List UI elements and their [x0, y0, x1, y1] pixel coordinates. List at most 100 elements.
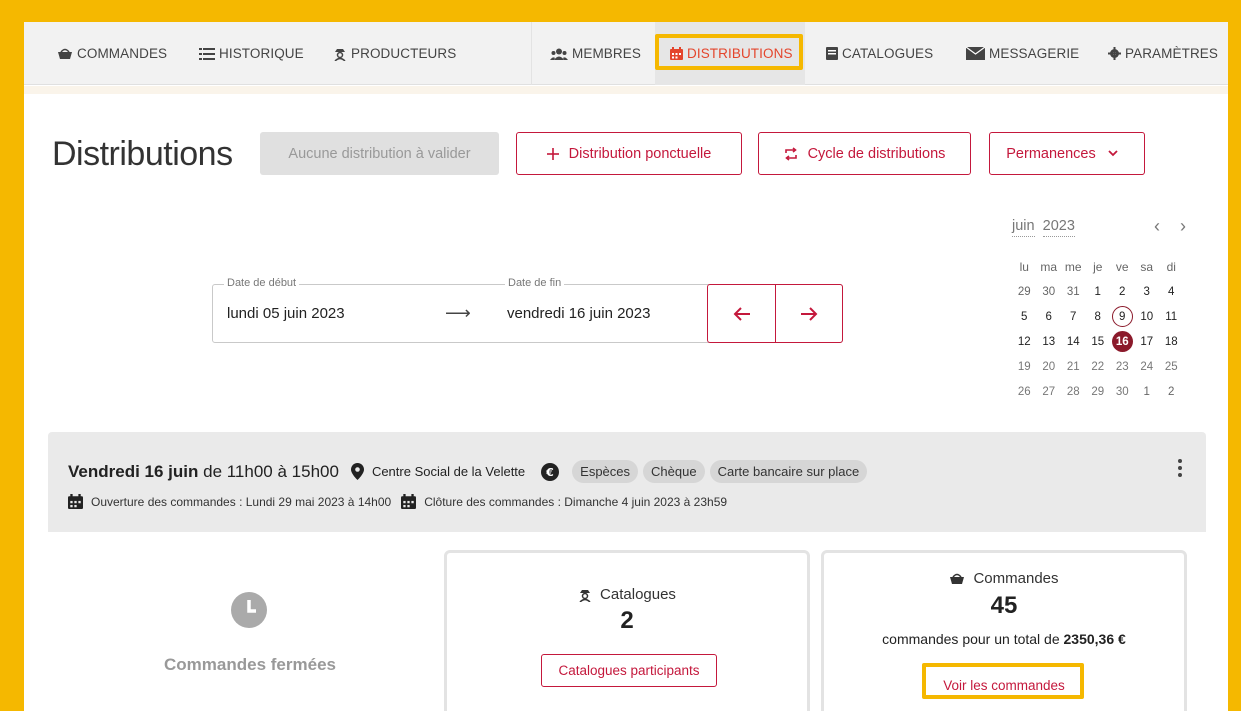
calendar-day[interactable]: 19 — [1012, 354, 1037, 379]
calendar-day[interactable]: 23 — [1110, 354, 1135, 379]
catalogues-count: 2 — [620, 607, 634, 634]
calendar-day[interactable]: 24 — [1135, 354, 1160, 379]
payment-chip: Chèque — [643, 460, 705, 483]
calendar-day[interactable]: 30 — [1110, 379, 1135, 404]
end-date-input[interactable]: vendredi 16 juin 2023 — [507, 305, 650, 322]
calendar-day[interactable]: 8 — [1086, 304, 1111, 329]
permanences-label: Permanences — [1006, 145, 1096, 162]
calendar-day[interactable]: 17 — [1135, 329, 1160, 354]
calendar-day[interactable]: 7 — [1061, 304, 1086, 329]
calendar-month-select[interactable]: juin — [1012, 218, 1035, 237]
previous-period-button[interactable] — [708, 285, 775, 342]
distribution-hours: de 11h00 à 15h00 — [203, 461, 339, 481]
calendar-day[interactable]: 5 — [1012, 304, 1037, 329]
calendar-day[interactable]: 11 — [1159, 304, 1184, 329]
distribution-day: Vendredi 16 juin — [68, 461, 199, 481]
calendar-day-selected[interactable]: 16 — [1111, 331, 1133, 352]
range-nav-buttons — [707, 284, 843, 343]
calendar-day[interactable]: 27 — [1037, 379, 1062, 404]
catalogues-tile-title: Catalogues — [447, 586, 807, 603]
calendar-day[interactable]: 28 — [1061, 379, 1086, 404]
nav-underline-strip — [24, 86, 1228, 94]
calendar-day[interactable]: 10 — [1135, 304, 1160, 329]
calendar-day[interactable]: 15 — [1086, 329, 1111, 354]
nav-item-parametres[interactable]: PARAMÈTRES — [1108, 22, 1218, 85]
chevron-down-icon — [1108, 150, 1118, 157]
validate-button[interactable]: Aucune distribution à valider — [260, 132, 499, 175]
calendar-day[interactable]: 13 — [1037, 329, 1062, 354]
nav-item-historique[interactable]: HISTORIQUE — [199, 22, 304, 85]
end-date-legend: Date de fin — [505, 277, 565, 289]
page-title: Distributions — [52, 135, 233, 173]
orders-closed-status: Commandes fermées — [164, 655, 336, 674]
nav-label-membres: MEMBRES — [572, 46, 641, 61]
calendar-weekday: ma — [1040, 259, 1058, 274]
calendar-day[interactable]: 4 — [1159, 279, 1184, 304]
calendar-day[interactable]: 2 — [1159, 379, 1184, 404]
payment-chip: Carte bancaire sur place — [709, 460, 868, 483]
calendar-day[interactable]: 18 — [1159, 329, 1184, 354]
calendar-day[interactable]: 29 — [1012, 279, 1037, 304]
orders-count: 45 — [990, 592, 1018, 619]
calendar-year-select[interactable]: 2023 — [1042, 218, 1075, 237]
calendar-day[interactable]: 21 — [1061, 354, 1086, 379]
more-options-icon[interactable] — [1178, 456, 1182, 480]
calendar-day[interactable]: 20 — [1037, 354, 1062, 379]
calendar-day[interactable]: 31 — [1061, 279, 1086, 304]
arrow-right-icon — [801, 306, 818, 321]
calendar-day-today[interactable]: 9 — [1111, 306, 1133, 327]
users-icon — [550, 48, 568, 60]
calendar-day[interactable]: 30 — [1037, 279, 1062, 304]
envelope-icon — [966, 47, 985, 60]
nav-item-messagerie[interactable]: MESSAGERIE — [966, 22, 1079, 85]
nav-item-producteurs[interactable]: PRODUCTEURS — [333, 22, 456, 85]
calendar-weekday: je — [1093, 259, 1103, 274]
distribution-card-body: Commandes fermées Catalogues 2 Catalogue… — [48, 532, 1206, 711]
opening-date: Ouverture des commandes : Lundi 29 mai 2… — [91, 494, 392, 509]
calendar-day[interactable]: 25 — [1159, 354, 1184, 379]
calendar-day[interactable]: 14 — [1061, 329, 1086, 354]
distribution-location: Centre Social de la Velette — [350, 463, 526, 480]
svg-text:€: € — [545, 466, 554, 479]
nav-item-catalogues[interactable]: CATALOGUES — [826, 22, 933, 85]
map-marker-icon — [350, 463, 364, 480]
participating-catalogues-button[interactable]: Catalogues participants — [541, 654, 717, 687]
nav-label-parametres: PARAMÈTRES — [1125, 46, 1219, 61]
highlight-box-distributions — [655, 34, 803, 70]
calendar-day[interactable]: 1 — [1086, 279, 1111, 304]
orders-total: 2350,36 € — [1063, 631, 1126, 647]
start-date-input[interactable]: lundi 05 juin 2023 — [227, 305, 345, 322]
calendar-day[interactable]: 1 — [1135, 379, 1160, 404]
calendar-day[interactable]: 12 — [1012, 329, 1037, 354]
arrow-left-icon — [733, 306, 750, 321]
plus-icon — [546, 147, 559, 160]
calendar-day[interactable]: 6 — [1037, 304, 1062, 329]
permanences-dropdown[interactable]: Permanences — [989, 132, 1145, 175]
book-icon — [826, 47, 838, 60]
app-frame: COMMANDES HISTORIQUE PRODUCTEURS MEMBRES… — [24, 22, 1228, 711]
calendar-next-icon[interactable]: › — [1180, 216, 1186, 237]
location-label: Centre Social de la Velette — [371, 464, 526, 479]
nav-label-historique: HISTORIQUE — [219, 46, 304, 61]
nav-item-membres[interactable]: MEMBRES — [550, 22, 641, 85]
cycle-button[interactable]: Cycle de distributions — [758, 132, 971, 175]
calendar-day[interactable]: 29 — [1086, 379, 1111, 404]
calendar-day[interactable]: 2 — [1110, 279, 1135, 304]
nav-label-producteurs: PRODUCTEURS — [351, 46, 457, 61]
nav-separator — [531, 22, 532, 85]
calendar-day[interactable]: 3 — [1135, 279, 1160, 304]
nav-item-commandes[interactable]: COMMANDES — [57, 22, 167, 85]
calendar-icon — [401, 494, 417, 509]
calendar-weekday: lu — [1019, 259, 1029, 274]
farmer-icon — [334, 48, 346, 61]
calendar-day[interactable]: 22 — [1086, 354, 1111, 379]
calendar-prev-icon[interactable]: ‹ — [1154, 216, 1160, 237]
add-distribution-label: Distribution ponctuelle — [568, 145, 712, 162]
catalogues-title-label: Catalogues — [600, 586, 676, 603]
cycle-label: Cycle de distributions — [807, 145, 946, 162]
add-distribution-button[interactable]: Distribution ponctuelle — [516, 132, 742, 175]
basket-icon — [58, 48, 72, 59]
next-period-button[interactable] — [775, 285, 842, 342]
calendar-weekday: ve — [1115, 259, 1129, 274]
calendar-day[interactable]: 26 — [1012, 379, 1037, 404]
